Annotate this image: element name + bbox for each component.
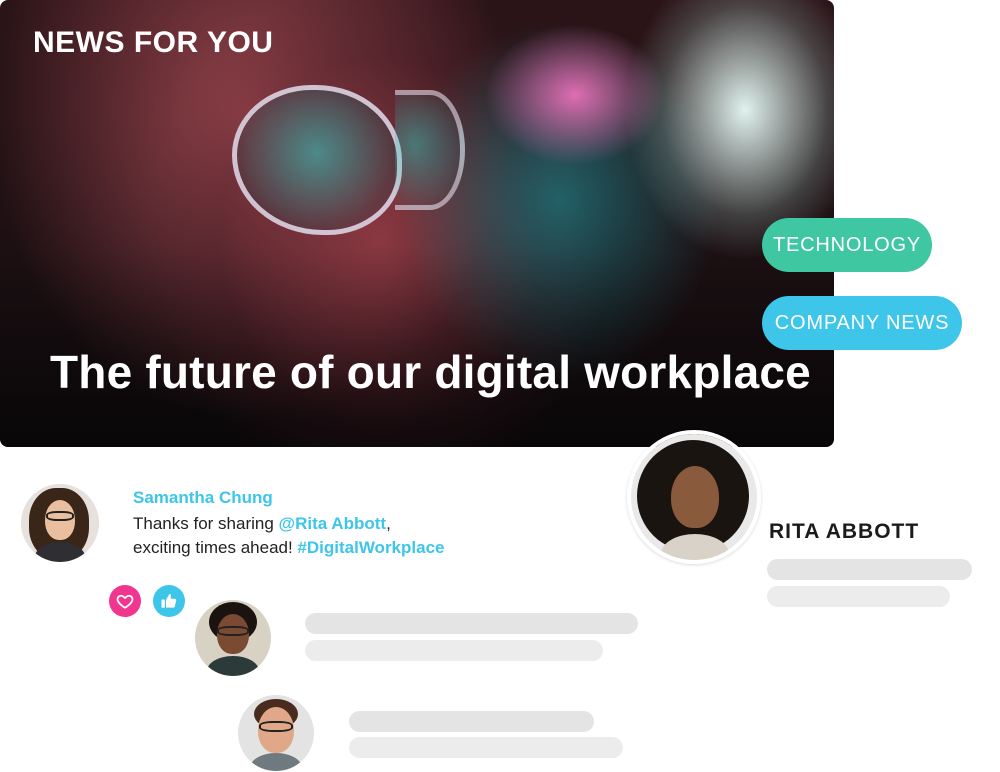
tag-technology[interactable]: TECHNOLOGY (762, 218, 932, 272)
reply-placeholder-line (349, 711, 594, 732)
mention-link[interactable]: @Rita Abbott (279, 514, 387, 533)
comment-text-prefix: Thanks for sharing (133, 514, 279, 533)
hashtag-link[interactable]: #DigitalWorkplace (297, 538, 444, 557)
reply-placeholder-line (349, 737, 623, 758)
author-avatar[interactable] (627, 430, 761, 564)
heart-reaction-button[interactable] (109, 585, 141, 617)
author-placeholder-line (767, 586, 950, 607)
comment-text-line2: exciting times ahead! (133, 538, 298, 557)
author-name[interactable]: RITA ABBOTT (769, 520, 919, 544)
comment-text: Thanks for sharing @Rita Abbott, excitin… (133, 512, 553, 560)
heart-icon (116, 594, 134, 609)
comment-text-middle: , (386, 514, 391, 533)
author-placeholder-line (767, 559, 972, 580)
tag-company-news[interactable]: COMPANY NEWS (762, 296, 962, 350)
reply-avatar[interactable] (195, 600, 271, 676)
comment-author[interactable]: Samantha Chung (133, 488, 273, 508)
reply-placeholder-line (305, 640, 603, 661)
article-title[interactable]: The future of our digital workplace (50, 345, 811, 399)
reply-avatar[interactable] (238, 695, 314, 771)
like-reaction-button[interactable] (153, 585, 185, 617)
section-label: NEWS FOR YOU (33, 26, 274, 59)
hero-image-glasses (232, 85, 402, 235)
hero-banner[interactable]: NEWS FOR YOU The future of our digital w… (0, 0, 834, 447)
commenter-avatar[interactable] (21, 484, 99, 562)
hero-image-glasses-far (395, 90, 465, 210)
reply-placeholder-line (305, 613, 638, 634)
thumbs-up-icon (161, 593, 177, 608)
